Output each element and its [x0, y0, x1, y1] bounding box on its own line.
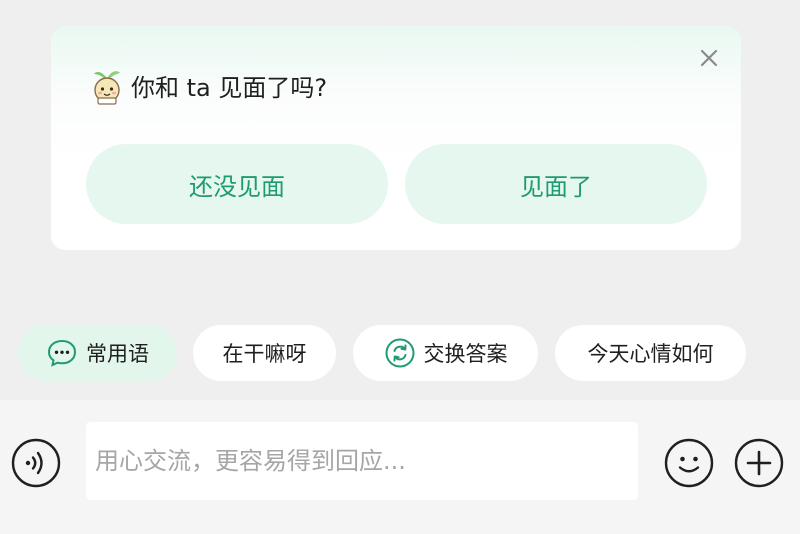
more-actions-button[interactable]	[734, 438, 784, 488]
chat-bubble-icon	[47, 339, 77, 367]
chip-common-phrases[interactable]: 常用语	[18, 325, 177, 381]
meeting-question: 你和 ta 见面了吗?	[131, 74, 328, 102]
close-button[interactable]	[695, 44, 723, 72]
message-composer	[0, 400, 800, 534]
emoji-button[interactable]	[664, 438, 714, 488]
emoji-icon	[664, 438, 714, 488]
met-button[interactable]: 见面了	[405, 144, 707, 224]
plus-icon	[734, 438, 784, 488]
sprout-mascot-icon	[94, 71, 120, 105]
chip-what-doing[interactable]: 在干嘛呀	[193, 325, 336, 381]
chip-exchange-answers[interactable]: 交换答案	[353, 325, 538, 381]
voice-icon	[11, 438, 61, 488]
message-input[interactable]	[86, 422, 625, 500]
quick-reply-chips: 常用语 在干嘛呀 交换答案 今天心情如何	[0, 325, 800, 381]
chip-common-phrases-label: 常用语	[86, 342, 149, 366]
not-met-yet-button[interactable]: 还没见面	[86, 144, 388, 224]
chip-exchange-answers-label: 交换答案	[423, 342, 508, 366]
voice-input-button[interactable]	[11, 438, 61, 488]
chip-mood-today[interactable]: 今天心情如何	[555, 325, 746, 381]
close-icon	[700, 49, 718, 67]
meeting-prompt-card: 你和 ta 见面了吗? 还没见面 见面了	[51, 26, 741, 250]
message-input-box[interactable]	[86, 422, 638, 500]
refresh-icon	[385, 338, 414, 368]
